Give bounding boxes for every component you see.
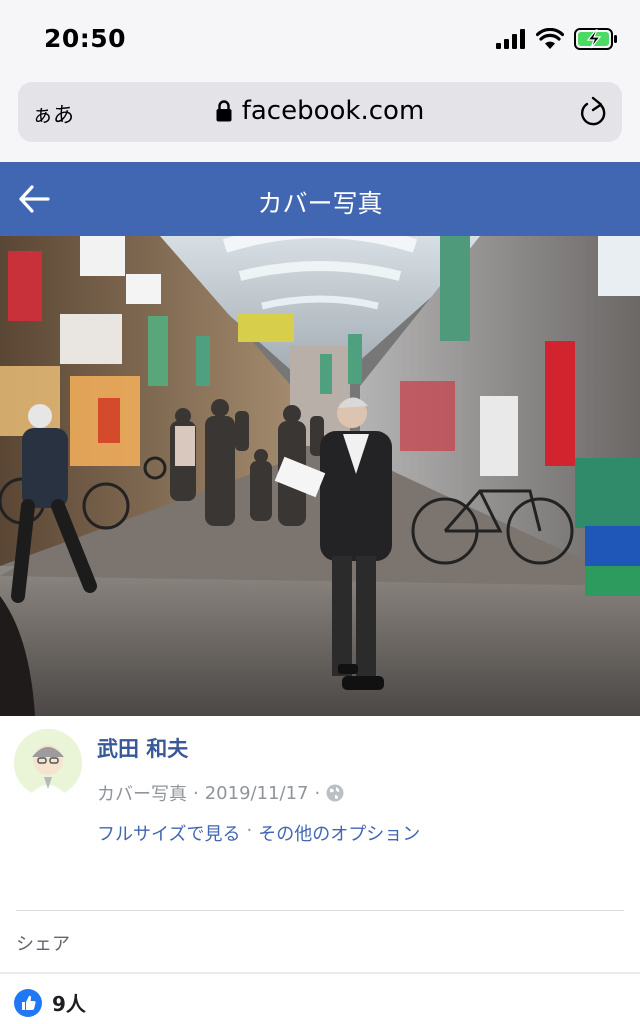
photo-links: フルサイズで見る · その他のオプション (97, 820, 420, 846)
globe-icon (326, 784, 344, 802)
status-icons (496, 27, 618, 51)
meta-separator-2: · (314, 782, 321, 804)
lock-icon (216, 100, 232, 122)
reactions-summary[interactable]: 9人 (14, 988, 86, 1017)
more-options-link[interactable]: その他のオプション (258, 820, 420, 846)
meta-type: カバー写真 (97, 784, 187, 805)
status-time: 20:50 (44, 24, 127, 53)
status-bar: 20:50 (0, 0, 640, 78)
divider (0, 972, 640, 974)
view-full-size-link[interactable]: フルサイズで見る (97, 820, 240, 846)
divider (16, 910, 624, 911)
like-count: 9人 (52, 992, 86, 1016)
author-avatar[interactable] (14, 729, 82, 797)
links-separator: · (246, 820, 253, 841)
post-meta: カバー写真 · 2019/11/17 · (97, 780, 344, 806)
page-header: カバー写真 (0, 162, 640, 236)
address-bar[interactable]: ぁあ facebook.com (18, 82, 622, 142)
cover-photo-image (0, 236, 640, 716)
reload-icon[interactable] (578, 96, 608, 128)
url-display[interactable]: facebook.com (18, 96, 622, 126)
like-thumb-icon (14, 988, 42, 1017)
cover-photo[interactable] (0, 236, 640, 716)
post-date[interactable]: 2019/11/17 (205, 783, 309, 804)
share-button[interactable]: シェア (16, 930, 70, 956)
battery-charging-icon (574, 28, 617, 50)
cellular-signal-icon (496, 29, 525, 49)
browser-toolbar: ぁあ facebook.com (0, 78, 640, 162)
meta-separator: · (193, 782, 199, 804)
wifi-icon (536, 28, 564, 49)
page-title: カバー写真 (257, 189, 383, 218)
author-name[interactable]: 武田 和夫 (97, 733, 188, 763)
avatar-image (14, 729, 82, 797)
url-text: facebook.com (241, 96, 425, 126)
